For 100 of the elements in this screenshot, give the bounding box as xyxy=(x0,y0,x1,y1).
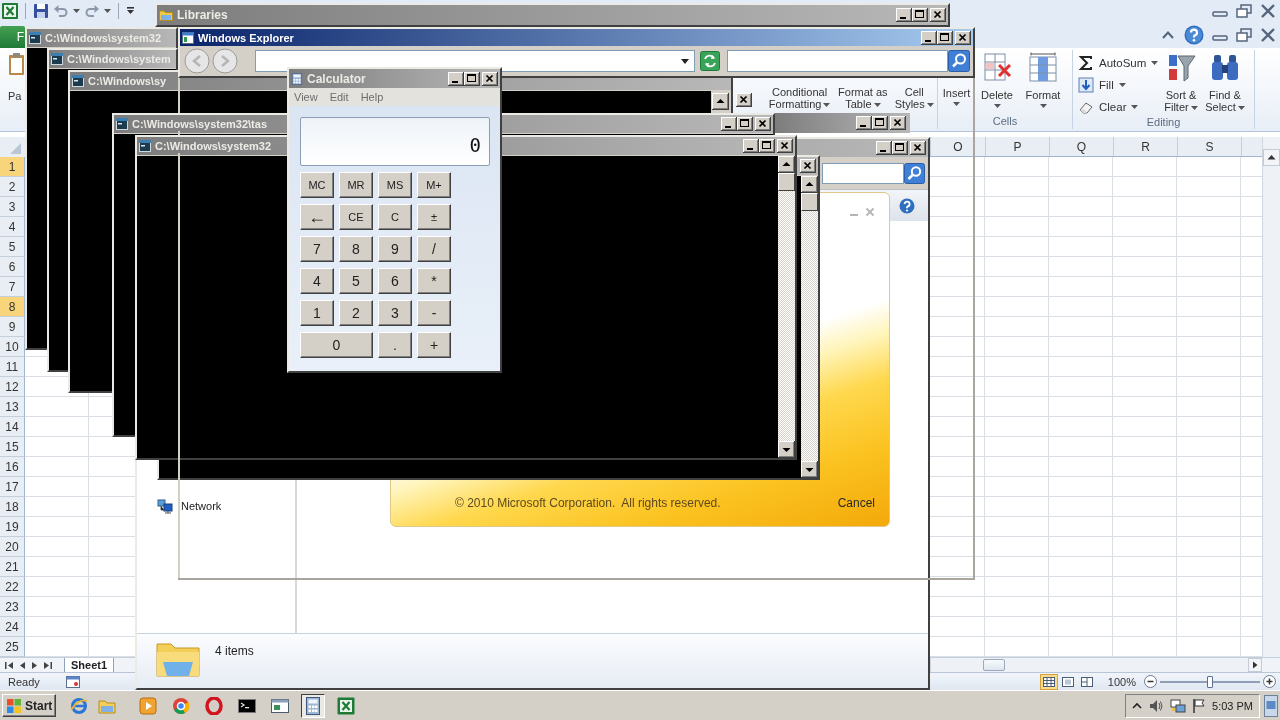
row-header[interactable]: 7 xyxy=(0,277,25,297)
ribbon-button[interactable]: Delete xyxy=(975,50,1019,108)
column-header[interactable]: P xyxy=(985,137,1049,156)
start-button[interactable]: Start xyxy=(2,694,56,717)
row-header[interactable]: 21 xyxy=(0,557,25,577)
cancel-button[interactable]: Cancel xyxy=(837,496,875,510)
row-header[interactable]: 24 xyxy=(0,617,25,637)
row-header[interactable]: 12 xyxy=(0,377,25,397)
restore-button[interactable] xyxy=(1236,28,1252,42)
calculator-key[interactable]: M+ xyxy=(417,172,451,198)
scroll-down-button[interactable] xyxy=(778,441,795,458)
ribbon-button[interactable]: Insert xyxy=(940,87,973,106)
calculator-key[interactable]: 7 xyxy=(300,236,334,262)
zoom-slider[interactable] xyxy=(1160,675,1260,688)
slider-thumb[interactable] xyxy=(1207,675,1213,688)
ribbon-button[interactable]: AutoSum xyxy=(1078,54,1159,72)
row-header[interactable]: 22 xyxy=(0,577,25,597)
help-icon[interactable] xyxy=(1184,25,1204,45)
row-header[interactable]: 17 xyxy=(0,477,25,497)
column-header[interactable]: S xyxy=(1177,137,1241,156)
customize-icon[interactable] xyxy=(126,6,135,16)
row-header[interactable]: 20 xyxy=(0,537,25,557)
maximize-button[interactable] xyxy=(912,8,928,22)
row-header[interactable]: 11 xyxy=(0,357,25,377)
search-button[interactable] xyxy=(904,162,925,184)
browser-icon[interactable] xyxy=(70,696,88,715)
calculator-key[interactable]: ← xyxy=(300,204,334,230)
calculator-key[interactable]: 3 xyxy=(378,300,412,326)
minimize-button[interactable] xyxy=(743,139,759,153)
menu-item[interactable]: Help xyxy=(360,91,384,103)
close-button[interactable] xyxy=(777,139,793,153)
scroll-down-button[interactable] xyxy=(801,461,818,478)
first-sheet-icon[interactable] xyxy=(4,660,14,670)
address-field[interactable] xyxy=(255,50,695,72)
refresh-button[interactable] xyxy=(700,51,720,71)
ribbon-button[interactable]: Cell Styles xyxy=(891,86,937,110)
scroll-bar[interactable] xyxy=(930,658,1262,672)
normal-view-button[interactable] xyxy=(1039,673,1058,690)
close-button[interactable] xyxy=(482,71,498,86)
zoom-in-button[interactable] xyxy=(1263,675,1276,688)
calculator-key[interactable]: * xyxy=(417,268,451,294)
row-header[interactable]: 25 xyxy=(0,637,25,657)
last-sheet-icon[interactable] xyxy=(43,660,53,670)
ribbon-button[interactable]: Format xyxy=(1021,50,1065,108)
row-header[interactable]: 23 xyxy=(0,597,25,617)
network-icon[interactable] xyxy=(1170,697,1187,714)
minimize-button[interactable] xyxy=(448,71,464,86)
zoom-out-button[interactable] xyxy=(1144,675,1157,688)
scroll-up-button[interactable] xyxy=(1263,149,1280,166)
close-button[interactable] xyxy=(910,141,926,155)
calculator-key[interactable]: 9 xyxy=(378,236,412,262)
ribbon-button[interactable]: Clear xyxy=(1078,98,1159,116)
help-icon[interactable] xyxy=(899,197,915,214)
calculator-key[interactable]: 0 xyxy=(300,332,373,358)
calculator-key[interactable]: 6 xyxy=(378,268,412,294)
row-header[interactable]: 2 xyxy=(0,177,25,197)
column-header[interactable]: R xyxy=(1113,137,1177,156)
close-button[interactable] xyxy=(755,117,771,131)
dropdown-icon[interactable] xyxy=(681,58,689,64)
ribbon-button[interactable]: Fill xyxy=(1078,76,1159,94)
minimize-button[interactable] xyxy=(721,117,737,131)
row-header[interactable]: 6 xyxy=(0,257,25,277)
scroll-bar[interactable] xyxy=(1262,137,1280,657)
row-header[interactable]: 1 xyxy=(0,157,25,177)
scroll-up-button[interactable] xyxy=(778,156,795,173)
close-button[interactable] xyxy=(930,8,946,22)
flag-icon[interactable] xyxy=(1192,697,1207,714)
minimize-button[interactable] xyxy=(921,30,937,45)
row-header[interactable]: 4 xyxy=(0,217,25,237)
next-sheet-icon[interactable] xyxy=(30,660,40,670)
calculator-key[interactable]: 8 xyxy=(339,236,373,262)
scroll-bar[interactable] xyxy=(778,156,795,458)
maximize-button[interactable] xyxy=(464,71,480,86)
calculator-key[interactable]: ± xyxy=(417,204,451,230)
calculator-key[interactable]: MR xyxy=(339,172,373,198)
calculator-key[interactable]: . xyxy=(378,332,412,358)
calculator-key[interactable]: 5 xyxy=(339,268,373,294)
close-button[interactable] xyxy=(955,30,971,45)
calculator-key[interactable]: MS xyxy=(378,172,412,198)
paste-button[interactable]: Pa xyxy=(0,48,25,131)
minimize-button[interactable] xyxy=(856,116,872,130)
row-header[interactable]: 3 xyxy=(0,197,25,217)
navigation-item[interactable]: Network xyxy=(137,498,295,514)
menu-item[interactable]: View xyxy=(294,91,318,103)
scroll-up-button[interactable] xyxy=(711,91,731,113)
calculator-key[interactable]: 2 xyxy=(339,300,373,326)
search-button[interactable] xyxy=(948,50,970,72)
close-button[interactable] xyxy=(736,93,752,107)
caret-up-icon[interactable] xyxy=(1132,700,1143,711)
scroll-up-button[interactable] xyxy=(801,176,818,193)
maximize-button[interactable] xyxy=(872,116,888,130)
search-field[interactable] xyxy=(727,50,948,72)
scroll-right-button[interactable] xyxy=(1248,658,1262,672)
close-button[interactable] xyxy=(890,116,906,130)
ribbon-button[interactable]: Conditional Formatting xyxy=(765,86,835,110)
row-header[interactable]: 9 xyxy=(0,317,25,337)
maximize-button[interactable] xyxy=(937,30,953,45)
row-header[interactable]: 18 xyxy=(0,497,25,517)
row-header[interactable]: 13 xyxy=(0,397,25,417)
row-header[interactable]: 5 xyxy=(0,237,25,257)
